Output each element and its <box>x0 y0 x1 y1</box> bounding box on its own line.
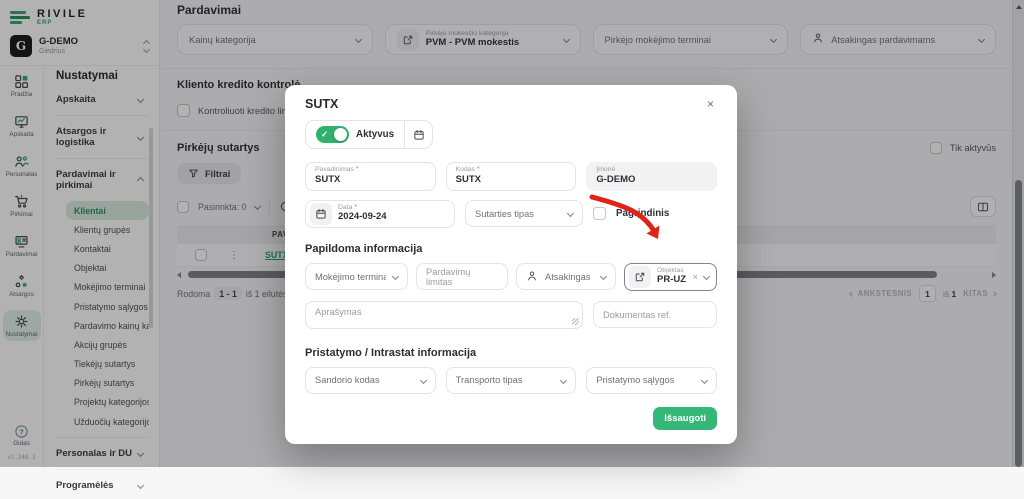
responsible-select[interactable]: Atsakingas <box>516 263 616 290</box>
chevron-down-icon <box>392 273 399 280</box>
chevron-down-icon <box>420 377 427 384</box>
person-icon <box>526 270 538 284</box>
calendar-icon[interactable] <box>310 203 332 225</box>
main-contract-checkbox[interactable] <box>593 207 606 220</box>
chevron-down-icon <box>600 273 607 280</box>
contract-modal: SUTX × Aktyvus Pavadinimas SUTX Kodas SU… <box>285 85 737 444</box>
calendar-button[interactable] <box>404 121 432 148</box>
contract-type-select[interactable]: Sutarties tipas <box>465 200 583 227</box>
clear-icon[interactable]: × <box>693 272 698 282</box>
name-field[interactable]: Pavadinimas SUTX <box>305 162 436 191</box>
additional-info-title: Papildoma informacija <box>305 243 717 255</box>
delivery-terms-select[interactable]: Pristatymo sąlygos <box>586 367 717 394</box>
save-button[interactable]: Išsaugoti <box>653 407 717 430</box>
toggle-on-icon[interactable] <box>316 126 349 143</box>
active-label: Aktyvus <box>356 129 394 140</box>
transport-type-select[interactable]: Transporto tipas <box>446 367 577 394</box>
chevron-down-icon <box>701 377 708 384</box>
chevron-down-icon <box>567 210 574 217</box>
chevron-down-icon <box>560 377 567 384</box>
date-field[interactable]: Data 2024-09-24 <box>305 200 455 228</box>
document-ref-input[interactable]: Dokumentas ref. <box>593 301 717 328</box>
sales-limit-input[interactable]: Pardavimų limitas <box>416 263 508 290</box>
delivery-info-title: Pristatymo / Intrastat informacija <box>305 347 717 359</box>
chevron-down-icon <box>703 273 710 280</box>
description-textarea[interactable]: Aprašymas <box>305 301 583 329</box>
active-toggle[interactable]: Aktyvus <box>306 121 404 148</box>
code-field[interactable]: Kodas SUTX <box>446 162 577 191</box>
company-field: Įmonė G-DEMO <box>586 162 717 191</box>
close-icon[interactable]: × <box>704 97 717 111</box>
transaction-code-select[interactable]: Sandorio kodas <box>305 367 436 394</box>
main-contract-label: Pagrindinis <box>616 208 669 219</box>
chevron-down-icon <box>137 482 144 489</box>
calendar-icon <box>413 129 425 141</box>
modal-title: SUTX <box>305 97 338 111</box>
object-field[interactable]: Objektas PR-UZUBALIAI - P × <box>624 263 717 291</box>
menu-group-programeles[interactable]: Programėlės <box>56 472 149 499</box>
divider <box>56 469 149 470</box>
payment-term-select[interactable]: Mokėjimo terminas <box>305 263 408 290</box>
external-link-icon[interactable] <box>629 266 651 288</box>
active-toggle-group: Aktyvus <box>305 120 433 149</box>
